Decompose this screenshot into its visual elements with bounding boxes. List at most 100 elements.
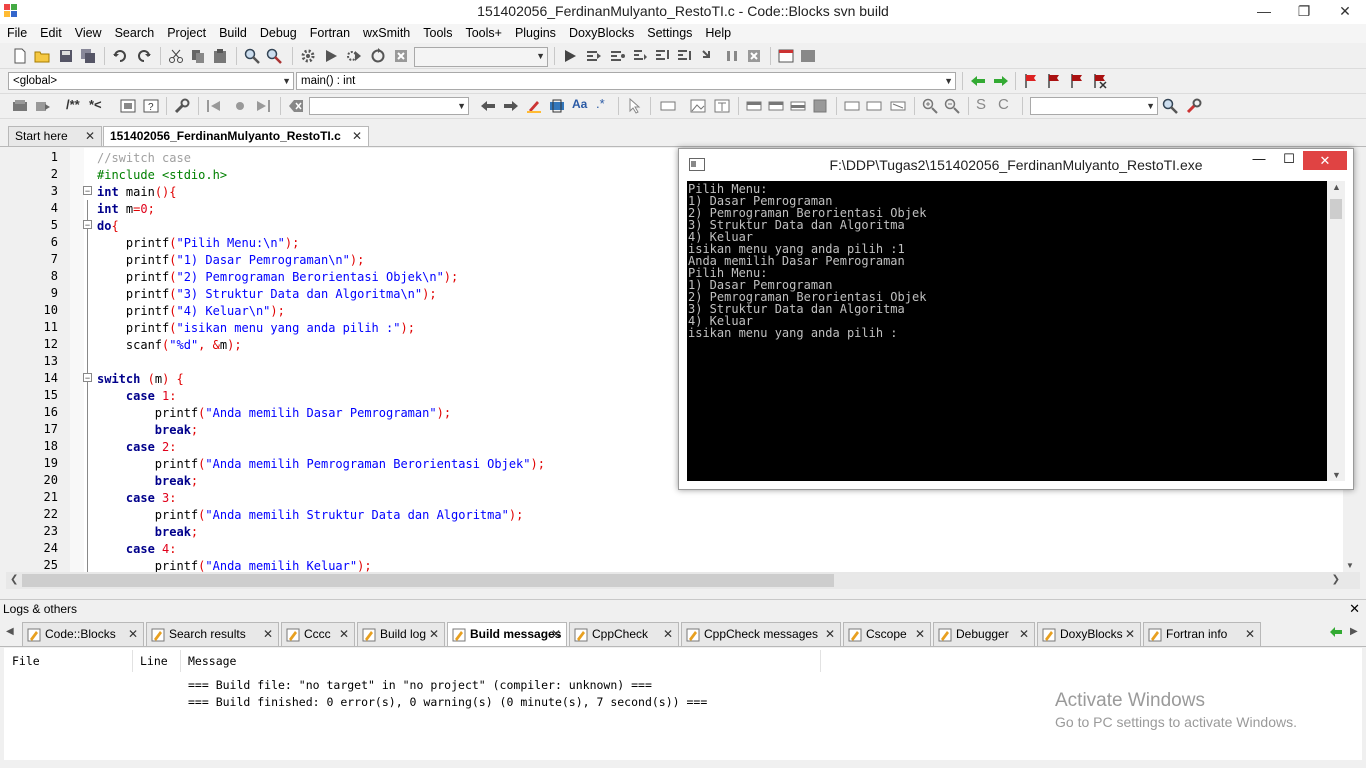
abort-icon[interactable] xyxy=(393,48,409,64)
menu-fortran[interactable]: Fortran xyxy=(303,24,356,43)
block-shape-icon[interactable] xyxy=(660,98,676,114)
doxywizard-icon[interactable] xyxy=(12,98,28,114)
tabs-scroll-left-icon[interactable]: ◀ xyxy=(6,626,14,637)
shape-d-icon[interactable] xyxy=(812,98,828,114)
code-line[interactable]: printf("isikan menu yang anda pilih :"); xyxy=(97,320,415,337)
menu-build[interactable]: Build xyxy=(212,24,253,43)
copy-icon[interactable] xyxy=(190,48,206,64)
scope-combo[interactable]: <global> ▼ xyxy=(8,72,294,90)
code-line[interactable]: int m=0; xyxy=(97,201,155,218)
next-instruction-icon[interactable] xyxy=(632,48,648,64)
code-line[interactable]: #include <stdio.h> xyxy=(97,167,227,184)
run-to-cursor-icon[interactable] xyxy=(586,48,602,64)
console-scrollbar[interactable]: ▲ ▼ xyxy=(1327,181,1345,481)
step-out-icon[interactable] xyxy=(676,48,692,64)
save-icon[interactable] xyxy=(58,48,74,64)
log-tab[interactable]: Cccc ✕ xyxy=(281,622,355,646)
code-line[interactable]: break; xyxy=(97,473,198,490)
column-line[interactable]: Line xyxy=(140,654,168,668)
step-back-icon[interactable] xyxy=(206,98,222,114)
code-line[interactable]: case 2: xyxy=(97,439,177,456)
toggle-bookmark-icon[interactable] xyxy=(1023,73,1039,89)
minimize-icon[interactable]: — xyxy=(1244,0,1284,22)
tab-start-here[interactable]: Start here ✕ xyxy=(8,126,102,146)
code-line[interactable]: do{ xyxy=(97,218,119,235)
editor-horizontal-scrollbar[interactable]: ❮ ❯ xyxy=(6,572,1360,589)
code-line[interactable]: int main(){ xyxy=(97,184,177,201)
code-line[interactable]: printf("Pilih Menu:\n"); xyxy=(97,235,299,252)
save-all-icon[interactable] xyxy=(80,48,96,64)
log-tab[interactable]: Fortran info ✕ xyxy=(1143,622,1261,646)
log-tab[interactable]: Debugger ✕ xyxy=(933,622,1035,646)
code-line[interactable]: printf("3) Struktur Data dan Algoritma\n… xyxy=(97,286,437,303)
console-minimize-icon[interactable]: — xyxy=(1245,151,1273,166)
open-html-icon[interactable] xyxy=(120,98,136,114)
symbol-s-icon[interactable]: S xyxy=(976,96,986,113)
code-line[interactable]: printf("Anda memilih Dasar Pemrograman")… xyxy=(97,405,451,422)
various-info-icon[interactable] xyxy=(800,48,816,64)
log-tab[interactable]: CppCheck ✕ xyxy=(569,622,679,646)
build-message-row[interactable]: === Build finished: 0 error(s), 0 warnin… xyxy=(188,695,707,709)
find-icon[interactable] xyxy=(244,48,260,64)
incremental-search-combo[interactable]: ▼ xyxy=(309,97,469,115)
debug-start-icon[interactable] xyxy=(562,48,578,64)
jump-forward-icon[interactable] xyxy=(993,73,1009,89)
code-line[interactable]: printf("1) Dasar Pemrograman\n"); xyxy=(97,252,364,269)
selected-text-only-icon[interactable] xyxy=(549,98,565,114)
shape-f-icon[interactable] xyxy=(866,98,882,114)
next-line-icon[interactable] xyxy=(610,48,626,64)
find-go-icon[interactable] xyxy=(1162,98,1178,114)
stop-debugger-icon[interactable] xyxy=(746,48,762,64)
log-tab[interactable]: Build messages ✕ xyxy=(447,622,567,646)
build-target-combo[interactable]: ▼ xyxy=(414,47,548,67)
highlight-icon[interactable] xyxy=(526,98,542,114)
clear-search-icon[interactable] xyxy=(288,98,304,114)
menu-project[interactable]: Project xyxy=(160,24,212,43)
build-and-run-icon[interactable] xyxy=(346,48,362,64)
shape-c-icon[interactable] xyxy=(790,98,806,114)
console-maximize-icon[interactable]: ☐ xyxy=(1275,151,1303,167)
step-instruction-icon[interactable] xyxy=(700,48,716,64)
wrench-icon[interactable] xyxy=(174,98,190,114)
block-comment-icon[interactable]: /** xyxy=(66,97,80,112)
menu-settings[interactable]: Settings xyxy=(640,24,698,43)
match-case-icon[interactable]: Aa xyxy=(572,97,587,111)
rebuild-icon[interactable] xyxy=(370,48,386,64)
redo-icon[interactable] xyxy=(136,48,152,64)
close-tab-icon[interactable]: ✕ xyxy=(128,623,138,645)
run-icon[interactable] xyxy=(323,48,339,64)
close-tab-icon[interactable]: ✕ xyxy=(1019,623,1029,645)
console-scroll-thumb[interactable] xyxy=(1330,199,1342,219)
code-line[interactable]: case 3: xyxy=(97,490,177,507)
shape-e-icon[interactable] xyxy=(844,98,860,114)
settings-wrench-icon[interactable] xyxy=(1186,98,1202,114)
close-tab-icon[interactable]: ✕ xyxy=(915,623,925,645)
column-file[interactable]: File xyxy=(12,654,40,668)
menu-plugins[interactable]: Plugins xyxy=(508,24,562,43)
log-tab[interactable]: Search results ✕ xyxy=(146,622,279,646)
shape-a-icon[interactable] xyxy=(746,98,762,114)
console-close-icon[interactable]: ✕ xyxy=(1303,151,1347,170)
menu-tools-plus[interactable]: Tools+ xyxy=(458,24,507,43)
clear-bookmarks-icon[interactable] xyxy=(1092,73,1108,89)
shape-b-icon[interactable] xyxy=(768,98,784,114)
log-tab[interactable]: Cscope ✕ xyxy=(843,622,931,646)
menu-view[interactable]: View xyxy=(68,24,108,43)
step-into-icon[interactable] xyxy=(654,48,670,64)
build-message-row[interactable]: === Build file: "no target" in "no proje… xyxy=(188,678,652,692)
code-line[interactable]: case 4: xyxy=(97,541,177,558)
next-bookmark-icon[interactable] xyxy=(1069,73,1085,89)
symbol-c-icon[interactable]: C xyxy=(998,96,1009,113)
help-icon[interactable]: ? xyxy=(143,98,159,114)
log-tab[interactable]: Build log ✕ xyxy=(357,622,445,646)
search-next-icon[interactable] xyxy=(503,98,519,114)
zoom-out-icon[interactable] xyxy=(944,98,960,114)
shape-g-icon[interactable] xyxy=(890,98,906,114)
code-line[interactable]: switch (m) { xyxy=(97,371,184,388)
breakpoint-icon[interactable] xyxy=(232,98,248,114)
code-line[interactable]: printf("Anda memilih Struktur Data dan A… xyxy=(97,507,524,524)
tab-source-file[interactable]: 151402056_FerdinanMulyanto_RestoTI.c ✕ xyxy=(103,126,369,146)
replace-icon[interactable] xyxy=(266,48,282,64)
code-line[interactable]: scanf("%d", &m); xyxy=(97,337,242,354)
code-line[interactable]: case 1: xyxy=(97,388,177,405)
